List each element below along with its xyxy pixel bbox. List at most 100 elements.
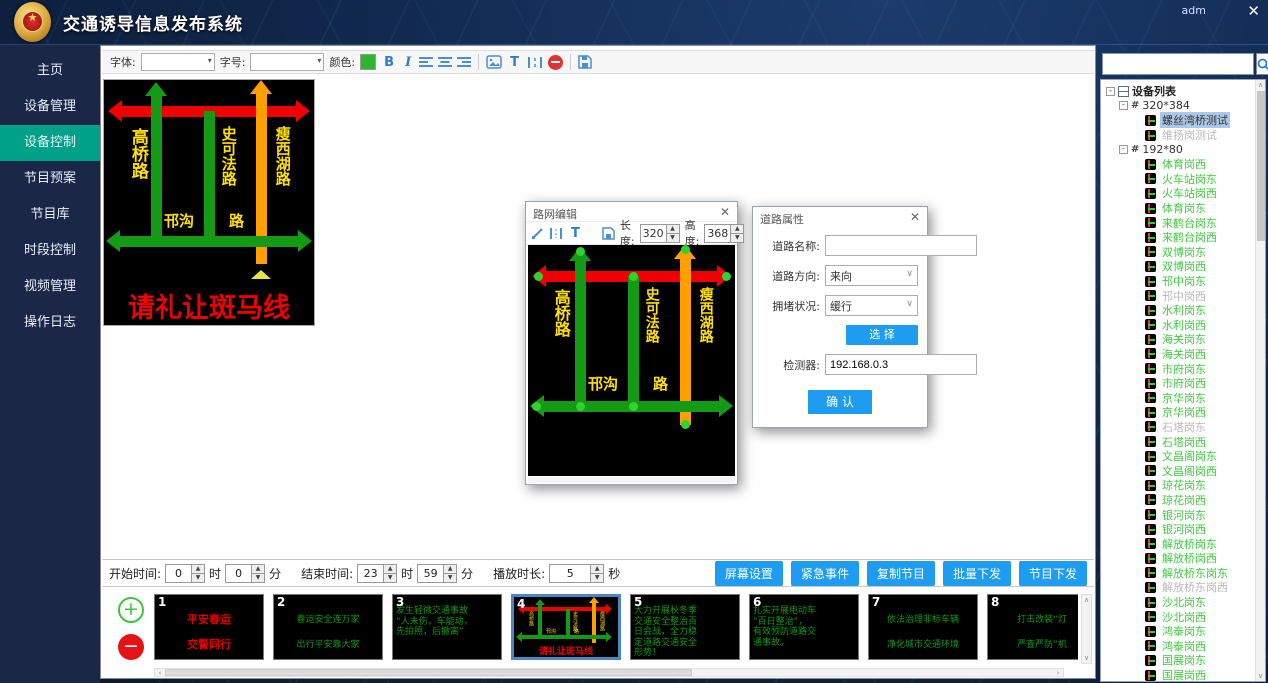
- congestion-select[interactable]: 缓行: [825, 295, 918, 316]
- text-tool-icon[interactable]: T: [568, 226, 583, 241]
- remove-program-button[interactable]: −: [118, 634, 144, 660]
- device-item[interactable]: 邗中岗东: [1132, 274, 1265, 289]
- sidebar-item[interactable]: 节目预案: [0, 161, 100, 197]
- sidebar-item[interactable]: 操作日志: [0, 305, 100, 341]
- road-segment-icon[interactable]: [549, 227, 563, 240]
- step-down-icon[interactable]: ▼: [731, 233, 743, 242]
- action-button[interactable]: 紧急事件: [791, 561, 859, 586]
- program-thumbnail[interactable]: 2 春运安全连万家出行平安靠大家: [273, 594, 383, 660]
- delete-icon[interactable]: [548, 55, 563, 70]
- sidebar-item[interactable]: 节目库: [0, 197, 100, 233]
- search-button[interactable]: [1256, 53, 1268, 75]
- sidebar-item[interactable]: 主页: [0, 53, 100, 89]
- playlist-vertical-scrollbar[interactable]: ∧∨: [1081, 594, 1092, 664]
- height-stepper[interactable]: 368▲▼: [704, 224, 744, 243]
- device-item[interactable]: 水利岗西: [1132, 318, 1265, 333]
- end-minute-stepper[interactable]: 59▲▼: [417, 564, 457, 583]
- confirm-button[interactable]: 确 认: [808, 390, 872, 414]
- road-name-input[interactable]: [825, 235, 977, 256]
- detector-input[interactable]: [825, 354, 977, 375]
- image-icon[interactable]: [486, 55, 502, 69]
- roadnet-canvas-scrollbar[interactable]: [528, 477, 735, 483]
- sidebar-item[interactable]: 设备管理: [0, 89, 100, 125]
- step-up-icon[interactable]: ▲: [731, 225, 743, 233]
- device-item[interactable]: 解放桥岗东: [1132, 536, 1265, 551]
- step-down-icon[interactable]: ▼: [667, 233, 679, 242]
- device-item[interactable]: 京华岗东: [1132, 390, 1265, 405]
- sidebar-item[interactable]: 视频管理: [0, 269, 100, 305]
- choose-button[interactable]: 选 择: [846, 325, 918, 345]
- device-item[interactable]: 石塔岗西: [1132, 434, 1265, 449]
- program-thumbnail[interactable]: 3 发生轻微交通事故“人未伤，车能动，先拍照，后撤离”: [392, 594, 502, 660]
- color-swatch[interactable]: [360, 54, 376, 70]
- length-stepper[interactable]: 320▲▼: [640, 224, 680, 243]
- program-thumbnail[interactable]: 6 扎实开展电动车“百日整治”，有效预防道路交通事故。: [749, 594, 859, 660]
- action-button[interactable]: 复制节目: [867, 561, 935, 586]
- device-item[interactable]: 银河岗东: [1132, 507, 1265, 522]
- sidebar-item[interactable]: 时段控制: [0, 233, 100, 269]
- device-item[interactable]: 解放桥岗西: [1132, 551, 1265, 566]
- device-item[interactable]: 双博岗西: [1132, 259, 1265, 274]
- device-item[interactable]: 石塔岗东: [1132, 420, 1265, 435]
- action-button[interactable]: 屏幕设置: [715, 561, 783, 586]
- bold-button[interactable]: B: [381, 55, 397, 70]
- device-item[interactable]: 来鹤台岗东: [1132, 215, 1265, 230]
- end-hour-stepper[interactable]: 23▲▼: [357, 564, 397, 583]
- roadnet-edit-canvas[interactable]: 高桥路 史可法路 瘦西湖路 邗沟 路: [528, 245, 735, 476]
- start-hour-stepper[interactable]: 0▲▼: [165, 564, 205, 583]
- start-minute-stepper[interactable]: 0▲▼: [225, 564, 265, 583]
- device-item[interactable]: 琼花岗西: [1132, 493, 1265, 508]
- led-display-preview[interactable]: 高桥路 史可法路 瘦西湖路 邗沟 路 请礼让斑马线: [103, 79, 315, 326]
- control-point[interactable]: [576, 402, 585, 411]
- collapse-icon[interactable]: -: [1119, 101, 1128, 110]
- align-right-icon[interactable]: [457, 56, 471, 68]
- device-item[interactable]: 鸿泰岗西: [1132, 639, 1265, 654]
- device-item[interactable]: 海关岗西: [1132, 347, 1265, 362]
- action-button[interactable]: 批量下发: [943, 561, 1011, 586]
- playlist-horizontal-scrollbar[interactable]: ‹›: [154, 668, 1064, 677]
- program-thumbnail-selected[interactable]: 4 高桥路 史可法路 瘦西湖路 邗沟 路 请礼让斑马线: [511, 594, 621, 660]
- control-point[interactable]: [629, 402, 638, 411]
- green-road-segment-mid[interactable]: [628, 276, 639, 406]
- device-item[interactable]: 鸿泰岗东: [1132, 624, 1265, 639]
- device-item[interactable]: 邗中岗西: [1132, 288, 1265, 303]
- control-point[interactable]: [576, 247, 585, 256]
- device-item[interactable]: 市府岗东: [1132, 361, 1265, 376]
- control-point[interactable]: [629, 272, 638, 281]
- roadnet-close-icon[interactable]: ✕: [720, 205, 730, 219]
- road-network-icon[interactable]: [527, 56, 543, 69]
- device-item[interactable]: 市府岗西: [1132, 376, 1265, 391]
- window-close-icon[interactable]: ✕: [1247, 2, 1260, 20]
- device-item[interactable]: 沙北岗东: [1132, 595, 1265, 610]
- road-direction-select[interactable]: 来向: [825, 265, 918, 286]
- step-up-icon[interactable]: ▲: [667, 225, 679, 233]
- device-item[interactable]: 火车站岗东: [1132, 172, 1265, 187]
- control-point[interactable]: [532, 402, 541, 411]
- device-item[interactable]: 螺丝湾桥测试: [1132, 113, 1265, 128]
- program-thumbnail[interactable]: 8 打击改装“灯严查严防“机: [987, 594, 1078, 660]
- device-item[interactable]: 沙北岗西: [1132, 609, 1265, 624]
- italic-button[interactable]: I: [402, 55, 414, 70]
- save-icon[interactable]: [578, 55, 592, 69]
- device-item[interactable]: 体育岗东: [1132, 201, 1265, 216]
- device-item[interactable]: 海关岗东: [1132, 332, 1265, 347]
- device-item[interactable]: 维扬岗测试: [1132, 128, 1265, 143]
- action-button[interactable]: 节目下发: [1019, 561, 1087, 586]
- text-tool-icon[interactable]: T: [507, 55, 522, 70]
- device-item[interactable]: 水利岗东: [1132, 303, 1265, 318]
- device-item[interactable]: 银河岗西: [1132, 522, 1265, 537]
- device-item[interactable]: 双博岗东: [1132, 245, 1265, 260]
- device-item[interactable]: 国展岗西: [1132, 668, 1265, 682]
- font-size-select[interactable]: [250, 53, 324, 71]
- control-point[interactable]: [681, 245, 690, 254]
- device-item[interactable]: 解放桥东岗西: [1132, 580, 1265, 595]
- road-props-close-icon[interactable]: ✕: [910, 210, 920, 224]
- pen-icon[interactable]: [531, 227, 544, 240]
- collapse-icon[interactable]: -: [1106, 87, 1115, 96]
- program-thumbnail[interactable]: 5 大力开展秋冬季交通安全整治百日会战，全力稳定道路交通安全形势！: [630, 594, 740, 660]
- control-point[interactable]: [534, 272, 543, 281]
- device-item[interactable]: 来鹤台岗西: [1132, 230, 1265, 245]
- add-program-button[interactable]: +: [118, 597, 144, 623]
- program-thumbnail[interactable]: 1 平安春运交警同行: [154, 594, 264, 660]
- device-item[interactable]: 文昌阁岗东: [1132, 449, 1265, 464]
